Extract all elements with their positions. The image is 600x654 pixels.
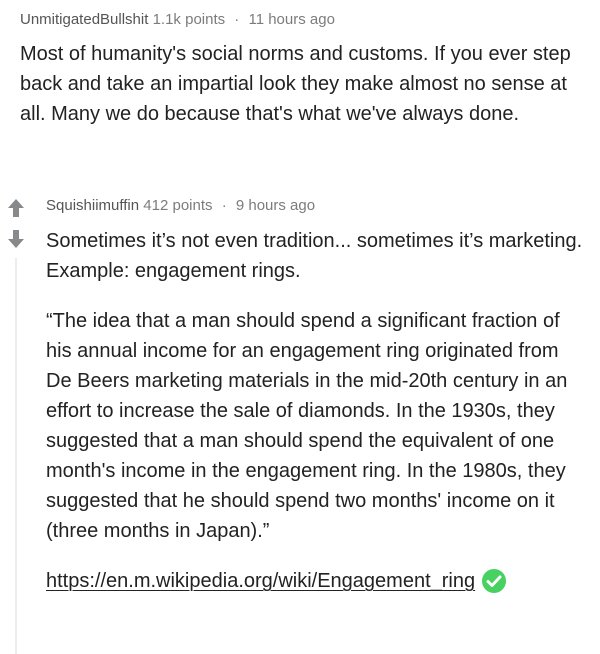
parent-comment-body: Most of humanity's social norms and cust… — [20, 43, 571, 125]
arrow-up-icon — [8, 199, 24, 217]
thread-line[interactable] — [15, 258, 17, 654]
meta-separator: · — [234, 11, 240, 28]
reply-points: 412 points — [143, 197, 213, 214]
reply-comment: Squishiimuffin 412 points · 9 hours ago … — [46, 196, 586, 596]
arrow-down-icon — [8, 230, 24, 248]
reply-timestamp[interactable]: 9 hours ago — [236, 197, 315, 214]
link-row: https://en.m.wikipedia.org/wiki/Engageme… — [46, 566, 586, 596]
reply-author[interactable]: Squishiimuffin — [46, 197, 139, 214]
parent-points: 1.1k points — [152, 11, 226, 28]
upvote-button[interactable] — [5, 197, 27, 219]
check-circle-icon — [481, 568, 507, 594]
parent-author[interactable]: UnmitigatedBullshit — [20, 11, 148, 28]
parent-comment: UnmitigatedBullshit 1.1k points · 11 hou… — [20, 10, 586, 129]
reply-paragraph: Sometimes it’s not even tradition... som… — [46, 230, 583, 282]
parent-comment-meta: UnmitigatedBullshit 1.1k points · 11 hou… — [20, 10, 586, 30]
downvote-button[interactable] — [5, 228, 27, 250]
reply-comment-meta: Squishiimuffin 412 points · 9 hours ago — [46, 196, 586, 216]
reply-quote: “The idea that a man should spend a sign… — [46, 310, 568, 542]
parent-timestamp[interactable]: 11 hours ago — [248, 11, 334, 28]
meta-separator: · — [221, 197, 227, 214]
wikipedia-link[interactable]: https://en.m.wikipedia.org/wiki/Engageme… — [46, 566, 475, 596]
